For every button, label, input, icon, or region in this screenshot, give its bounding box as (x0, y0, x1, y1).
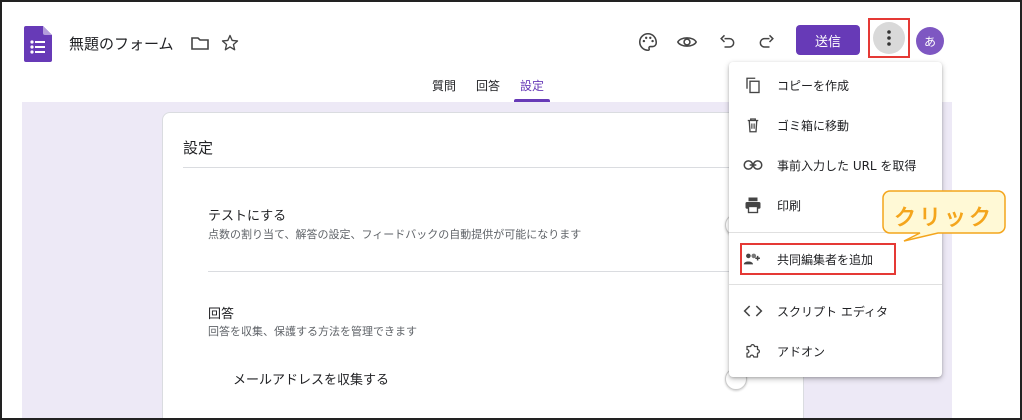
code-icon (743, 301, 763, 321)
collect-email-title: メールアドレスを収集する (233, 373, 390, 388)
print-icon (743, 195, 763, 215)
account-avatar[interactable]: あ (916, 27, 944, 55)
undo-icon[interactable] (712, 27, 742, 57)
menu-item-label: 事前入力した URL を取得 (777, 158, 917, 173)
click-callout: クリック (882, 190, 1006, 242)
trash-icon (743, 115, 763, 135)
screenshot-frame: 無題のフォーム 送信 あ 質問 回答 設定 設定 テストにする 点数の割り当て、… (0, 0, 1022, 420)
palette-icon[interactable] (633, 27, 663, 57)
divider (183, 167, 803, 168)
divider (208, 271, 803, 272)
quiz-setting-title: テストにする (208, 209, 287, 224)
menu-item-label: スクリプト エディタ (777, 304, 888, 319)
quiz-setting-description: 点数の割り当て、解答の設定、フィードバックの自動提供が可能になります (208, 228, 582, 241)
settings-card: 設定 テストにする 点数の割り当て、解答の設定、フィードバックの自動提供が可能に… (162, 112, 804, 418)
tab-responses[interactable]: 回答 (466, 78, 510, 102)
menu-item-make-copy[interactable]: コピーを作成 (729, 65, 942, 105)
forms-logo-icon[interactable] (24, 26, 52, 62)
responses-setting-description: 回答を収集、保護する方法を管理できます (208, 325, 417, 338)
link-icon (743, 155, 763, 175)
preview-eye-icon[interactable] (672, 27, 702, 57)
star-icon[interactable] (219, 32, 241, 54)
responses-setting-title[interactable]: 回答 (208, 303, 234, 322)
send-button[interactable]: 送信 (796, 25, 860, 55)
menu-item-prefilled-url[interactable]: 事前入力した URL を取得 (729, 145, 942, 185)
folder-icon[interactable] (189, 32, 211, 54)
menu-item-add-ons[interactable]: アドオン (729, 331, 942, 371)
add-collaborators-highlight (740, 243, 896, 275)
menu-item-label: コピーを作成 (777, 78, 850, 93)
more-vert-icon (887, 30, 891, 46)
more-options-highlight (868, 18, 910, 58)
menu-item-move-to-trash[interactable]: ゴミ箱に移動 (729, 105, 942, 145)
copy-icon (743, 75, 763, 95)
tab-questions[interactable]: 質問 (422, 78, 466, 102)
menu-item-label: ゴミ箱に移動 (777, 118, 850, 133)
callout-text: クリック (893, 206, 994, 231)
tab-settings[interactable]: 設定 (510, 78, 554, 102)
menu-item-label: アドオン (777, 344, 826, 359)
form-tabs: 質問 回答 設定 (422, 78, 554, 102)
menu-item-script-editor[interactable]: スクリプト エディタ (729, 291, 942, 331)
puzzle-icon (743, 341, 763, 361)
form-title[interactable]: 無題のフォーム (69, 33, 174, 54)
menu-divider (729, 284, 942, 285)
settings-heading: 設定 (183, 139, 214, 157)
menu-item-label: 印刷 (777, 198, 802, 213)
redo-icon[interactable] (752, 27, 782, 57)
more-options-button[interactable] (873, 22, 905, 54)
